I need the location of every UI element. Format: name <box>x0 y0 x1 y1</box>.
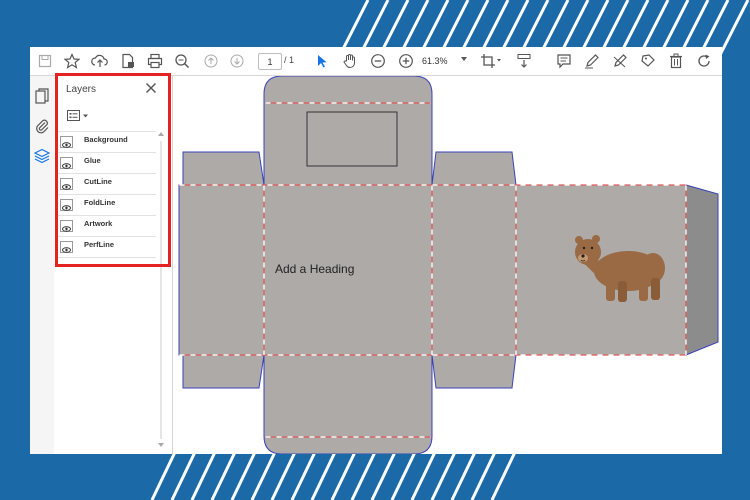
attachment-icon[interactable] <box>34 118 50 134</box>
page-number-input[interactable]: 1 <box>258 53 282 70</box>
zoom-chevron-down-icon[interactable] <box>460 56 468 62</box>
page-down-icon[interactable] <box>228 47 246 75</box>
top-toolbar: 1 / 1 61.3% <box>30 47 722 76</box>
comment-icon[interactable] <box>554 47 574 75</box>
print-icon[interactable] <box>144 47 166 75</box>
zoom-search-icon[interactable] <box>172 47 192 75</box>
glue-tab <box>685 184 719 356</box>
left-navigation-rail <box>30 76 55 454</box>
select-cursor-icon[interactable] <box>314 47 330 75</box>
top-right-flap <box>431 151 517 186</box>
redo-icon[interactable] <box>694 47 714 75</box>
highlighter-icon[interactable] <box>610 47 630 75</box>
document-heading[interactable]: Add a Heading <box>275 262 354 276</box>
bottom-lid <box>263 354 433 454</box>
bottom-right-flap <box>431 354 517 389</box>
zoom-in-icon[interactable] <box>396 47 416 75</box>
top-left-flap <box>182 151 265 186</box>
crop-tool-icon[interactable] <box>478 47 504 75</box>
bottom-left-flap <box>182 354 265 389</box>
pen-icon[interactable] <box>582 47 602 75</box>
stamp-icon[interactable] <box>638 47 658 75</box>
pages-icon[interactable] <box>34 88 50 104</box>
layers-highlight-box <box>55 73 171 267</box>
bookmark-star-icon[interactable] <box>62 47 82 75</box>
protect-file-icon[interactable] <box>118 47 138 75</box>
upload-cloud-icon[interactable] <box>90 47 110 75</box>
scroll-mode-icon[interactable] <box>514 47 534 75</box>
layers-icon[interactable] <box>34 148 50 164</box>
trash-icon[interactable] <box>666 47 686 75</box>
top-lid <box>263 75 433 186</box>
document-canvas <box>173 75 722 454</box>
page-count: / 1 <box>284 55 295 65</box>
save-icon[interactable] <box>36 47 54 75</box>
box-dieline-artwork <box>178 75 719 454</box>
hand-tool-icon[interactable] <box>340 47 360 75</box>
zoom-out-icon[interactable] <box>368 47 388 75</box>
page-up-icon[interactable] <box>202 47 220 75</box>
